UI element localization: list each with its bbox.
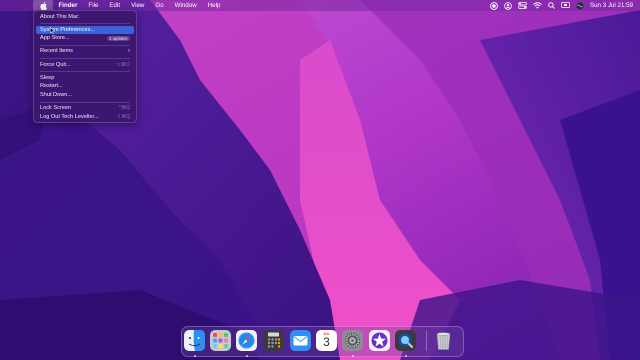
user-account-icon[interactable] bbox=[504, 0, 512, 11]
menu-separator bbox=[40, 23, 130, 24]
menubar-clock[interactable]: Sun 3 Jul 21:59 bbox=[590, 2, 633, 9]
trash-icon bbox=[436, 332, 451, 350]
dock-divider bbox=[426, 331, 427, 351]
mail-icon bbox=[290, 330, 311, 351]
keyboard-shortcut: ^⌘Q bbox=[118, 105, 130, 112]
siri-icon[interactable] bbox=[576, 0, 584, 11]
menu-item-force-quit[interactable]: Force Quit... ⌥⌘⎋ bbox=[36, 61, 134, 70]
menu-item-label: Restart... bbox=[40, 83, 63, 90]
menu-item-log-out[interactable]: Log Out Tech Leveller... ⇧⌘Q bbox=[36, 113, 134, 122]
dock-app-quicktime[interactable] bbox=[395, 330, 416, 351]
dock-app-calendar[interactable]: JUL 3 bbox=[316, 330, 337, 351]
imovie-star-icon bbox=[369, 330, 390, 351]
dock-app-imovie[interactable] bbox=[369, 330, 390, 351]
menu-item-label: Lock Screen bbox=[40, 105, 72, 112]
menu-item-label: System Preferences... bbox=[40, 26, 96, 33]
menu-window[interactable]: Window bbox=[169, 0, 202, 11]
quicktime-icon bbox=[395, 330, 416, 351]
safari-icon bbox=[236, 330, 257, 351]
apple-dropdown-menu: About This Mac System Preferences... App… bbox=[33, 10, 137, 123]
finder-icon bbox=[184, 330, 205, 351]
menu-item-sleep[interactable]: Sleep bbox=[36, 74, 134, 83]
search-icon[interactable] bbox=[548, 0, 555, 11]
chevron-right-icon: › bbox=[128, 48, 130, 55]
menu-separator bbox=[40, 44, 130, 46]
dock-app-system-preferences[interactable] bbox=[342, 330, 363, 351]
menu-item-app-store[interactable]: App Store... 2 updates bbox=[36, 34, 134, 43]
apple-logo-icon bbox=[39, 1, 47, 10]
control-center-icon[interactable] bbox=[518, 0, 527, 11]
menu-item-label: About This Mac bbox=[40, 13, 79, 20]
keyboard-shortcut: ⌥⌘⎋ bbox=[115, 61, 130, 68]
menu-item-recent-items[interactable]: Recent Items › bbox=[36, 47, 134, 56]
menu-separator bbox=[40, 71, 130, 72]
dock-app-finder[interactable] bbox=[184, 330, 205, 351]
keyboard-shortcut: ⇧⌘Q bbox=[116, 113, 130, 120]
launchpad-icon bbox=[210, 330, 231, 351]
menu-item-label: App Store... bbox=[40, 35, 70, 42]
calculator-icon bbox=[263, 330, 284, 351]
menu-item-label: Sleep bbox=[40, 74, 55, 81]
menu-item-about-this-mac[interactable]: About This Mac bbox=[36, 13, 134, 22]
running-indicator bbox=[351, 355, 354, 357]
menu-item-label: Shut Down... bbox=[40, 92, 73, 99]
menu-go[interactable]: Go bbox=[150, 0, 169, 11]
running-indicator bbox=[245, 355, 248, 357]
running-indicator bbox=[193, 355, 196, 357]
menu-help[interactable]: Help bbox=[202, 0, 226, 11]
menu-item-label: Force Quit... bbox=[40, 61, 71, 68]
menu-item-label: Recent Items bbox=[40, 48, 73, 55]
mouse-cursor-icon bbox=[50, 26, 55, 34]
dock-app-mail[interactable] bbox=[290, 330, 311, 351]
dock-app-safari[interactable] bbox=[236, 330, 257, 351]
running-indicator bbox=[404, 355, 407, 357]
screen-record-icon[interactable] bbox=[490, 0, 498, 11]
menu-item-label: Log Out Tech Leveller... bbox=[40, 113, 99, 120]
menu-separator bbox=[40, 58, 130, 59]
wifi-icon[interactable] bbox=[533, 0, 542, 11]
dock-trash[interactable] bbox=[433, 330, 454, 351]
menu-item-shut-down[interactable]: Shut Down... bbox=[36, 91, 134, 100]
screen-mirroring-icon[interactable] bbox=[561, 0, 570, 11]
dock-app-calculator[interactable] bbox=[263, 330, 284, 351]
menu-separator bbox=[40, 101, 130, 103]
menu-item-lock-screen[interactable]: Lock Screen ^⌘Q bbox=[36, 104, 134, 113]
updates-badge: 2 updates bbox=[106, 35, 130, 42]
menu-item-system-preferences[interactable]: System Preferences... bbox=[36, 25, 134, 35]
calendar-day-label: 3 bbox=[323, 335, 330, 349]
dock-app-launchpad[interactable] bbox=[210, 330, 231, 351]
menu-item-restart[interactable]: Restart... bbox=[36, 82, 134, 91]
gear-icon bbox=[342, 330, 363, 351]
